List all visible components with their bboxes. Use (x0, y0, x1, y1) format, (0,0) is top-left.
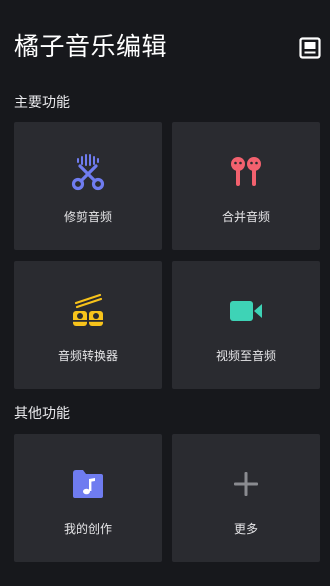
section-title-other: 其他功能 (14, 406, 70, 422)
video-to-audio-label: 视频至音频 (215, 349, 276, 363)
more-card[interactable]: 更多 (172, 434, 320, 562)
section-title-main: 主要功能 (14, 95, 70, 111)
plus-icon (172, 464, 320, 504)
audio-converter-card[interactable]: 音频转换器 (14, 261, 162, 389)
video-to-audio-card[interactable]: 视频至音频 (172, 261, 320, 389)
document-icon (299, 37, 321, 59)
merge-audio-card[interactable]: 合并音频 (172, 122, 320, 250)
trim-audio-card[interactable]: 修剪音频 (14, 122, 162, 250)
merge-audio-label: 合并音频 (221, 210, 270, 224)
my-creations-label: 我的创作 (63, 522, 112, 536)
app-title: 橘子音乐编辑 (14, 32, 168, 61)
app-header: 橘子音乐编辑 (0, 0, 330, 96)
music-folder-icon (14, 464, 162, 504)
earbuds-icon (172, 152, 320, 192)
audio-converter-label: 音频转换器 (57, 349, 118, 363)
my-creations-card[interactable]: 我的创作 (14, 434, 162, 562)
trim-audio-label: 修剪音频 (63, 210, 112, 224)
sushi-roll-icon (14, 291, 162, 331)
scissors-icon (14, 152, 162, 192)
video-camera-icon (172, 291, 320, 331)
more-label: 更多 (233, 522, 258, 536)
document-button[interactable] (298, 36, 322, 60)
